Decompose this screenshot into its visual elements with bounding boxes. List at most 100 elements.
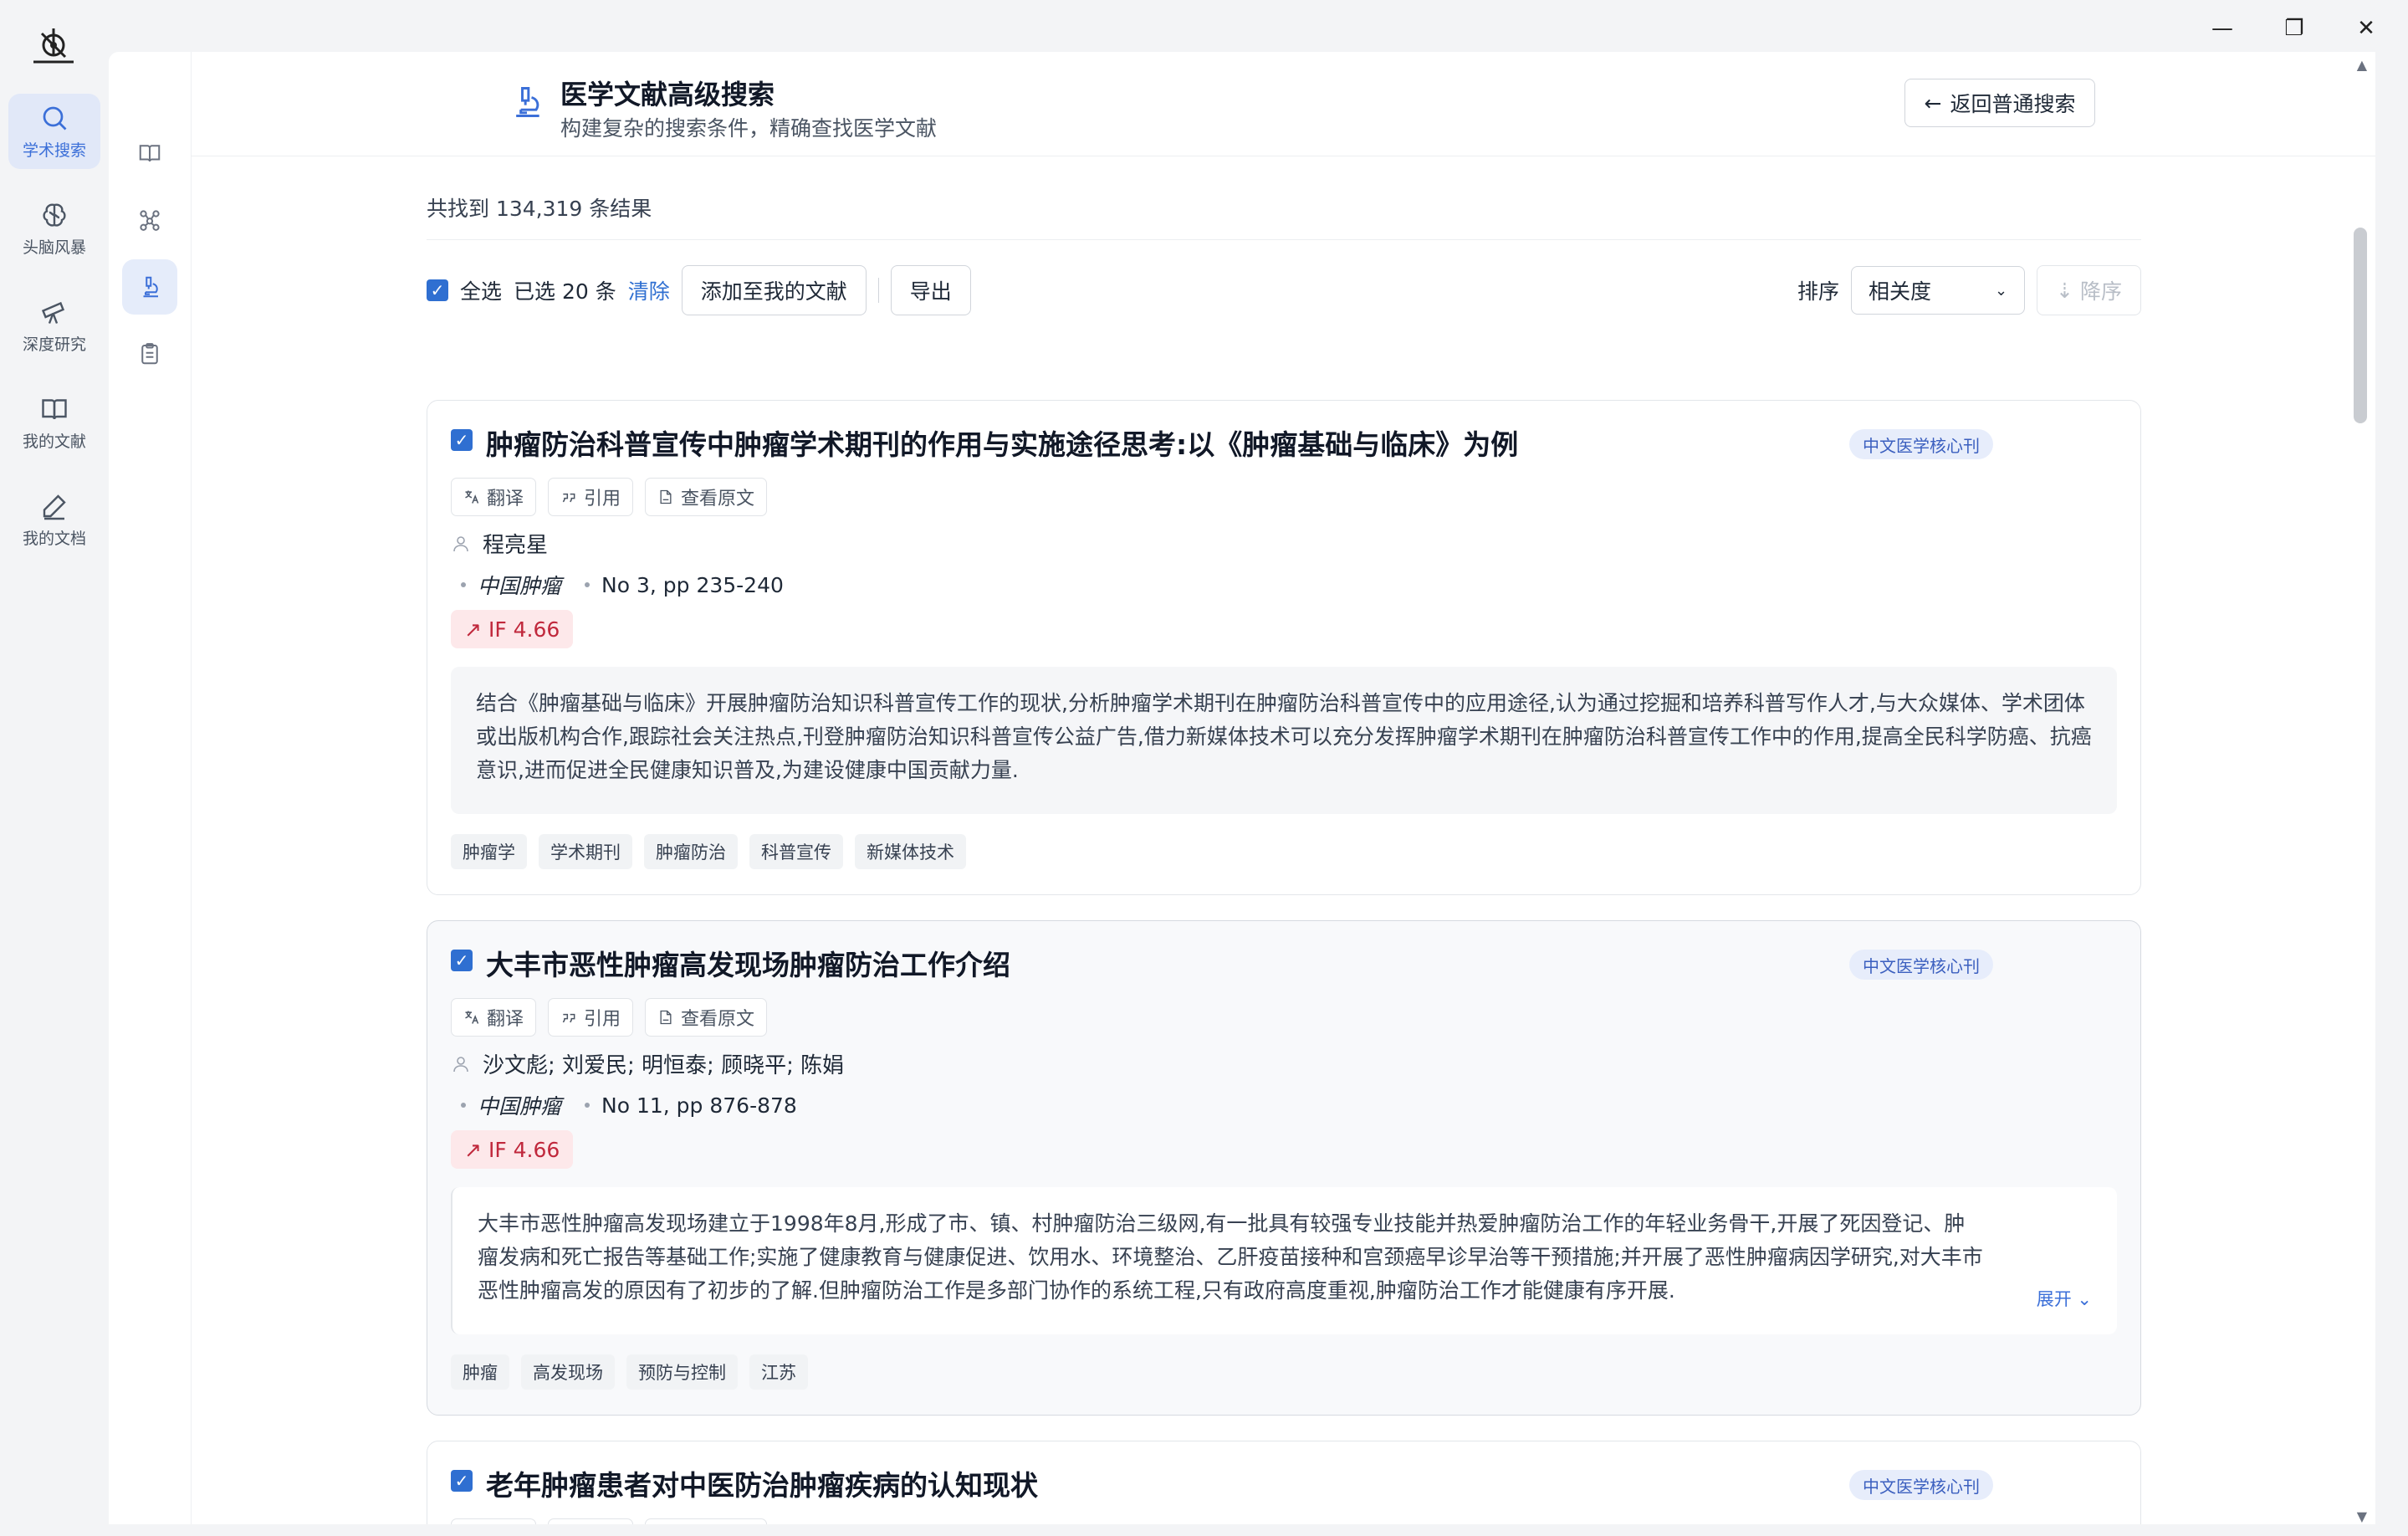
divider [877, 278, 879, 303]
sub-nav-clipboard[interactable] [122, 326, 177, 381]
impact-factor-value: IF 4.66 [488, 617, 560, 642]
arrow-left-icon: ← [1924, 90, 1942, 115]
view-original-button[interactable]: 查看原文 [645, 1518, 768, 1524]
view-original-label: 查看原文 [681, 1009, 755, 1030]
trending-up-icon: ↗ [464, 1137, 482, 1162]
translate-button[interactable]: 翻译 [451, 1518, 537, 1524]
page-subtitle: 构建复杂的搜索条件，精确查找医学文献 [560, 116, 938, 141]
keyword-tag[interactable]: 学术期刊 [539, 834, 632, 869]
export-button[interactable]: 导出 [890, 265, 971, 315]
authors: 程亮星 [451, 528, 548, 559]
scroll-down-arrow[interactable]: ▼ [2357, 1508, 2367, 1524]
journal-issue: No 3, pp 235-240 [601, 572, 784, 597]
pdf-icon [660, 489, 672, 504]
brain-icon [43, 203, 66, 227]
card-actions: 翻译 引用 查看原文 [451, 1518, 768, 1524]
nav-item-my-literature[interactable]: 我的文献 [8, 385, 100, 460]
keyword-tag[interactable]: 高发现场 [521, 1354, 615, 1390]
result-card[interactable]: ✓ 老年肿瘤患者对中医防治肿瘤疾病的认知现状 中文医学核心刊 翻译 引用 查看原… [427, 1441, 2141, 1524]
book-icon [42, 398, 67, 419]
abstract: 结合《肿瘤基础与临床》开展肿瘤防治知识科普宣传工作的现状,分析肿瘤学术期刊在肿瘤… [451, 667, 2117, 814]
impact-factor-badge: ↗ IF 4.66 [451, 1130, 574, 1169]
search-icon [43, 106, 67, 130]
article-title[interactable]: 大丰市恶性肿瘤高发现场肿瘤防治工作介绍 [486, 943, 1010, 983]
translate-button[interactable]: 翻译 [451, 998, 537, 1037]
cite-button[interactable]: 引用 [548, 998, 634, 1037]
nav-label: 学术搜索 [22, 141, 86, 160]
window-controls: — ❐ ✕ [2206, 12, 2383, 45]
article-title[interactable]: 老年肿瘤患者对中医防治肿瘤疾病的认知现状 [486, 1463, 1038, 1503]
impact-factor-value: IF 4.66 [488, 1137, 560, 1162]
pen-icon [43, 494, 66, 520]
nav-item-brainstorm[interactable]: 头脑风暴 [8, 191, 100, 266]
clear-selection-link[interactable]: 清除 [628, 275, 670, 305]
clipboard-icon [141, 343, 158, 365]
cite-button[interactable]: 引用 [548, 1518, 634, 1524]
open-book-icon [139, 145, 161, 162]
select-all-label: 全选 [460, 279, 503, 304]
sort-select[interactable]: 相关度 ⌄ [1851, 266, 2026, 315]
scroll-up-arrow[interactable]: ▲ [2357, 57, 2367, 73]
chevron-down-icon: ⌄ [2077, 1289, 2092, 1309]
keyword-tag[interactable]: 肿瘤防治 [644, 834, 738, 869]
view-original-button[interactable]: 查看原文 [645, 478, 768, 516]
author-names: 程亮星 [483, 533, 549, 558]
close-button[interactable]: ✕ [2349, 12, 2383, 45]
keyword-tag[interactable]: 肿瘤 [451, 1354, 509, 1390]
nav-item-academic-search[interactable]: 学术搜索 [8, 94, 100, 169]
nav-item-deep-research[interactable]: 深度研究 [8, 288, 100, 363]
minimize-button[interactable]: — [2206, 12, 2239, 45]
network-icon [140, 210, 160, 231]
sub-nav-graph[interactable] [122, 192, 177, 248]
restore-button[interactable]: ❐ [2278, 12, 2311, 45]
translate-button[interactable]: 翻译 [451, 478, 537, 516]
sort-descending-icon: ⇣ [2056, 278, 2073, 303]
sub-nav-reader[interactable] [122, 125, 177, 181]
sort-order-button[interactable]: ⇣ 降序 [2037, 265, 2141, 315]
user-icon [453, 535, 468, 551]
nav-label: 头脑风暴 [22, 238, 86, 257]
back-to-basic-search-button[interactable]: ← 返回普通搜索 [1904, 79, 2095, 127]
keyword-tags: 肿瘤学 学术期刊 肿瘤防治 科普宣传 新媒体技术 [451, 834, 966, 869]
result-card[interactable]: ✓ 肿瘤防治科普宣传中肿瘤学术期刊的作用与实施途径思考:以《肿瘤基础与临床》为例… [427, 400, 2141, 895]
select-all-checkbox[interactable]: ✓ [427, 279, 448, 301]
journal-name: 中国肿瘤 [478, 574, 562, 598]
quote-icon [562, 1013, 575, 1023]
back-button-label: 返回普通搜索 [1950, 92, 2076, 116]
sub-rail [109, 52, 192, 1524]
item-checkbox[interactable]: ✓ [451, 429, 473, 451]
user-icon [453, 1056, 468, 1072]
trending-up-icon: ↗ [464, 617, 482, 642]
view-original-label: 查看原文 [681, 489, 755, 509]
bullet [461, 1103, 466, 1108]
abstract: 大丰市恶性肿瘤高发现场建立于1998年8月,形成了市、镇、村肿瘤防治三级网,有一… [451, 1187, 2117, 1334]
result-card[interactable]: ✓ 大丰市恶性肿瘤高发现场肿瘤防治工作介绍 中文医学核心刊 翻译 引用 查看原文… [427, 920, 2141, 1416]
keyword-tags: 肿瘤 高发现场 预防与控制 江苏 [451, 1354, 808, 1390]
nav-label: 我的文档 [22, 529, 86, 548]
sort-label: 排序 [1797, 279, 1840, 304]
cite-label: 引用 [584, 489, 621, 509]
item-checkbox[interactable]: ✓ [451, 1470, 473, 1492]
translate-label: 翻译 [487, 1009, 524, 1030]
view-original-button[interactable]: 查看原文 [645, 998, 768, 1037]
article-title[interactable]: 肿瘤防治科普宣传中肿瘤学术期刊的作用与实施途径思考:以《肿瘤基础与临床》为例 [486, 422, 1518, 463]
add-to-library-button[interactable]: 添加至我的文献 [681, 265, 867, 315]
sub-nav-advanced-search[interactable] [122, 259, 177, 315]
pdf-icon [660, 1010, 672, 1025]
item-checkbox[interactable]: ✓ [451, 950, 473, 971]
translate-icon [465, 1011, 479, 1024]
cite-button[interactable]: 引用 [548, 478, 634, 516]
keyword-tag[interactable]: 新媒体技术 [855, 834, 966, 869]
nav-label: 我的文献 [22, 432, 86, 451]
scrollbar-thumb[interactable] [2354, 228, 2367, 423]
keyword-tag[interactable]: 江苏 [749, 1354, 808, 1390]
keyword-tag[interactable]: 预防与控制 [626, 1354, 738, 1390]
bullet [585, 582, 590, 587]
journal-badge: 中文医学核心刊 [1849, 1470, 1993, 1500]
keyword-tag[interactable]: 科普宣传 [749, 834, 843, 869]
keyword-tag[interactable]: 肿瘤学 [451, 834, 527, 869]
results-area: 共找到 134,319 条结果 ✓ 全选 已选 20 条 清除 添加至我的文献 … [191, 156, 2375, 1524]
expand-abstract-button[interactable]: 展开 ⌄ [2037, 1283, 2092, 1316]
nav-item-my-documents[interactable]: 我的文档 [8, 482, 100, 557]
bullet [461, 582, 466, 587]
